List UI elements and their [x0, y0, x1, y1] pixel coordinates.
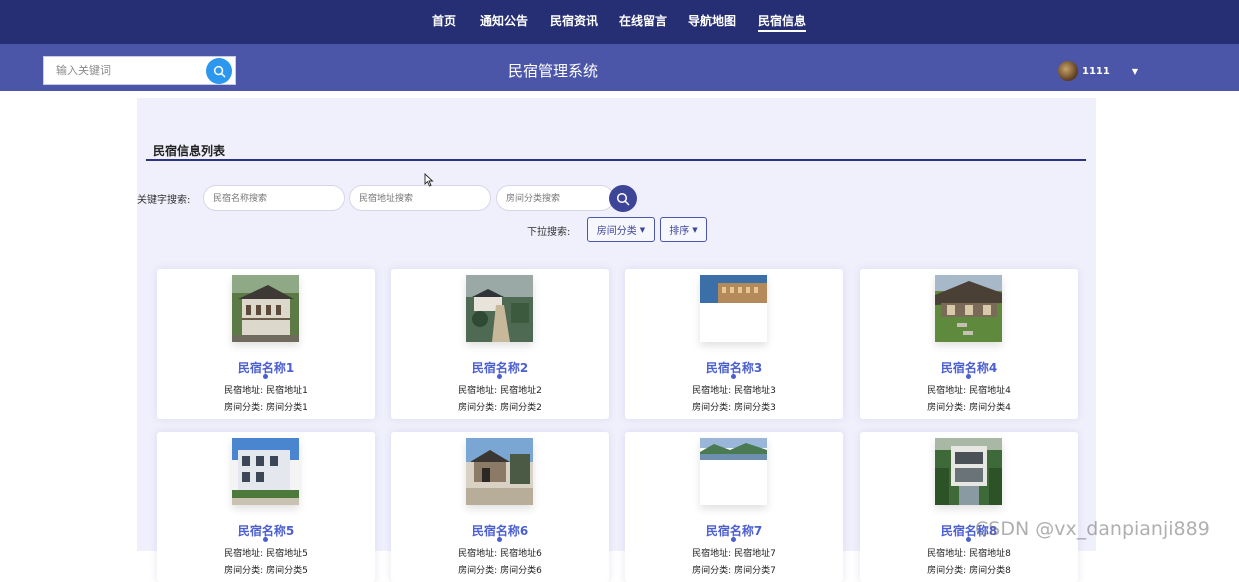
title-dot: [731, 374, 736, 379]
nav-item-messages[interactable]: 在线留言: [619, 12, 667, 29]
category-value: 房间分类2: [500, 403, 542, 413]
category-dropdown[interactable]: 房间分类 ▼: [587, 217, 655, 242]
homestay-card[interactable]: 民宿名称5 民宿地址: 民宿地址5 房间分类: 房间分类5: [157, 432, 375, 582]
category-label: 房间分类:: [224, 566, 264, 576]
address-value: 民宿地址3: [734, 386, 776, 396]
category-label: 房间分类:: [927, 403, 967, 413]
address-value: 民宿地址4: [969, 386, 1011, 396]
category-label: 房间分类:: [224, 403, 264, 413]
section-title: 民宿信息列表: [153, 144, 226, 158]
title-dot: [731, 537, 736, 542]
homestay-address: 民宿地址: 民宿地址4: [860, 383, 1078, 396]
nav-item-homestay-info[interactable]: 民宿信息: [758, 12, 807, 32]
nav-item-notices[interactable]: 通知公告: [480, 12, 528, 29]
address-value: 民宿地址2: [500, 386, 542, 396]
keyword-search-label: 关键字搜索:: [137, 195, 191, 206]
chevron-down-icon: ▼: [692, 225, 698, 234]
category-value: 房间分类5: [266, 566, 308, 576]
title-dot: [497, 374, 502, 379]
category-search-input[interactable]: [497, 187, 613, 211]
homestay-card[interactable]: 民宿名称2 民宿地址: 民宿地址2 房间分类: 房间分类2: [391, 269, 609, 419]
homestay-category: 房间分类: 房间分类6: [391, 563, 609, 576]
address-search-field: [349, 185, 491, 211]
title-dot: [966, 537, 971, 542]
category-value: 房间分类6: [500, 566, 542, 576]
address-search-input[interactable]: [350, 187, 490, 211]
top-nav: 首页 通知公告 民宿资讯 在线留言 导航地图 民宿信息: [0, 0, 1239, 44]
homestay-photo: [935, 275, 1002, 342]
category-label: 房间分类:: [458, 566, 498, 576]
category-value: 房间分类1: [266, 403, 308, 413]
homestay-photo: [700, 438, 767, 505]
nav-item-home[interactable]: 首页: [432, 12, 456, 29]
sub-header: 民宿管理系统 1111 ▼: [0, 44, 1239, 91]
homestay-category: 房间分类: 房间分类4: [860, 400, 1078, 413]
chevron-down-icon: ▼: [639, 225, 646, 234]
title-dot: [966, 374, 971, 379]
homestay-card[interactable]: 民宿名称6 民宿地址: 民宿地址6 房间分类: 房间分类6: [391, 432, 609, 582]
dropdown-search-label: 下拉搜索:: [527, 227, 571, 238]
homestay-address: 民宿地址: 民宿地址3: [625, 383, 843, 396]
category-dropdown-label: 房间分类: [596, 226, 637, 237]
sort-dropdown[interactable]: 排序 ▼: [660, 217, 707, 242]
category-value: 房间分类4: [969, 403, 1011, 413]
avatar: [1058, 61, 1078, 81]
category-label: 房间分类:: [927, 566, 967, 576]
homestay-address: 民宿地址: 民宿地址8: [860, 546, 1078, 559]
homestay-card[interactable]: 民宿名称3 民宿地址: 民宿地址3 房间分类: 房间分类3: [625, 269, 843, 419]
homestay-card[interactable]: 民宿名称1 民宿地址: 民宿地址1 房间分类: 房间分类1: [157, 269, 375, 419]
category-value: 房间分类7: [734, 566, 776, 576]
user-name: 1111: [1082, 65, 1110, 77]
homestay-category: 房间分类: 房间分类8: [860, 563, 1078, 576]
category-label: 房间分类:: [692, 403, 732, 413]
category-label: 房间分类:: [692, 566, 732, 576]
name-search-input[interactable]: [204, 187, 344, 211]
site-title: 民宿管理系统: [507, 62, 598, 80]
address-value: 民宿地址1: [266, 386, 308, 396]
filter-search-button[interactable]: [609, 185, 637, 212]
homestay-category: 房间分类: 房间分类7: [625, 563, 843, 576]
homestay-card[interactable]: 民宿名称7 民宿地址: 民宿地址7 房间分类: 房间分类7: [625, 432, 843, 582]
homestay-card[interactable]: 民宿名称8 民宿地址: 民宿地址8 房间分类: 房间分类8: [860, 432, 1078, 582]
homestay-photo: [466, 438, 533, 505]
user-menu[interactable]: 1111 ▼: [1058, 61, 1138, 81]
homestay-address: 民宿地址: 民宿地址6: [391, 546, 609, 559]
chevron-down-icon[interactable]: ▼: [1132, 67, 1138, 76]
address-label: 民宿地址:: [927, 386, 967, 396]
homestay-category: 房间分类: 房间分类1: [157, 400, 375, 413]
homestay-photo: [700, 275, 767, 342]
homestay-address: 民宿地址: 民宿地址2: [391, 383, 609, 396]
category-value: 房间分类8: [969, 566, 1011, 576]
address-label: 民宿地址:: [692, 386, 732, 396]
homestay-address: 民宿地址: 民宿地址1: [157, 383, 375, 396]
title-dot: [263, 374, 268, 379]
name-search-field: [203, 185, 345, 211]
main-content: 民宿信息列表 关键字搜索: 下拉搜索: 房间分类▼ 排序▼: [137, 98, 1096, 582]
homestay-card[interactable]: 民宿名称4 民宿地址: 民宿地址4 房间分类: 房间分类4: [860, 269, 1078, 419]
category-value: 房间分类3: [734, 403, 776, 413]
homestay-category: 房间分类: 房间分类2: [391, 400, 609, 413]
homestay-address: 民宿地址: 民宿地址5: [157, 546, 375, 559]
homestay-photo: [466, 275, 533, 342]
nav-item-map[interactable]: 导航地图: [688, 12, 736, 29]
address-label: 民宿地址:: [458, 386, 498, 396]
homestay-photo: [232, 275, 299, 342]
title-dot: [497, 537, 502, 542]
cursor-icon: [424, 173, 434, 187]
search-icon: [616, 192, 630, 205]
homestay-category: 房间分类: 房间分类3: [625, 400, 843, 413]
homestay-photo: [935, 438, 1002, 505]
homestay-address: 民宿地址: 民宿地址7: [625, 546, 843, 559]
sort-dropdown-label: 排序: [669, 226, 690, 237]
title-dot: [263, 537, 268, 542]
homestay-photo: [232, 438, 299, 505]
nav-item-news[interactable]: 民宿资讯: [550, 12, 598, 29]
section-divider: [146, 159, 1086, 161]
address-label: 民宿地址:: [224, 386, 264, 396]
category-label: 房间分类:: [458, 403, 498, 413]
homestay-category: 房间分类: 房间分类5: [157, 563, 375, 576]
watermark: CSDN @vx_danpianji889: [975, 518, 1210, 540]
category-search-field: [496, 185, 614, 211]
